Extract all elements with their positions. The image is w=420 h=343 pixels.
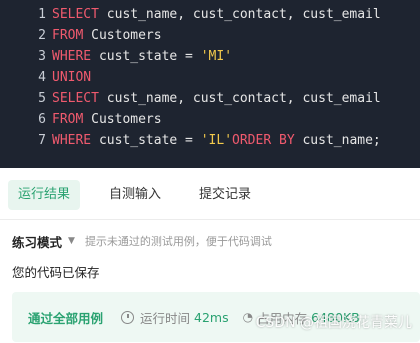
memory-icon: ◔ [242,310,254,324]
tab-submit-record[interactable]: 提交记录 [199,180,251,210]
chevron-down-icon[interactable]: ▼ [68,236,75,246]
watermark: CSDN @祖国浇花青菜儿 [255,315,412,331]
line-number: 6 [38,112,46,127]
code-line: 3 WHERE cust_state = 'MI' [0,46,420,67]
code-line: 5 SELECT cust_name, cust_contact, cust_em… [0,88,420,109]
code-editor[interactable]: 1 SELECT cust_name, cust_contact, cust_em… [0,0,420,168]
save-status: 您的代码已保存 [12,265,100,280]
line-number: 4 [38,70,46,85]
code-line: 4 UNION [0,67,420,88]
tab-self-test[interactable]: 自测输入 [109,180,161,210]
run-time-label: 运行时间 [140,310,191,326]
pass-status: 通过全部用例 [28,310,104,326]
code-line: 7 WHERE cust_state = 'IL'ORDER BY cust_na… [0,130,420,151]
code-line: 1 SELECT cust_name, cust_contact, cust_em… [0,4,420,25]
line-number: 5 [38,91,46,106]
code-text: SELECT cust_name, cust_contact, cust_ema… [52,7,381,22]
code-text: FROM Customers [52,28,162,43]
result-tabs: 运行结果 自测输入 提交记录 [0,168,420,220]
line-number: 7 [38,133,46,148]
code-line: 6 FROM Customers [0,109,420,130]
line-number: 1 [38,7,46,22]
tab-run-result[interactable]: 运行结果 [8,180,81,210]
code-text: FROM Customers [52,112,162,127]
run-time-value: 42ms [194,309,229,325]
line-number: 3 [38,49,46,64]
clock-icon [121,310,135,324]
code-line: 2 FROM Customers [0,25,420,46]
code-text: UNION [52,70,92,85]
mode-row: 练习模式 ▼ 提示未通过的测试用例，便于代码调试 [12,230,272,252]
code-text: WHERE cust_state = 'MI' [52,49,233,64]
mode-hint: 提示未通过的测试用例，便于代码调试 [84,235,272,248]
code-text: SELECT cust_name, cust_contact, cust_ema… [52,91,381,106]
mode-select[interactable]: 练习模式 [12,232,62,251]
line-number: 2 [38,28,46,43]
code-text: WHERE cust_state = 'IL'ORDER BY cust_nam… [52,133,381,148]
